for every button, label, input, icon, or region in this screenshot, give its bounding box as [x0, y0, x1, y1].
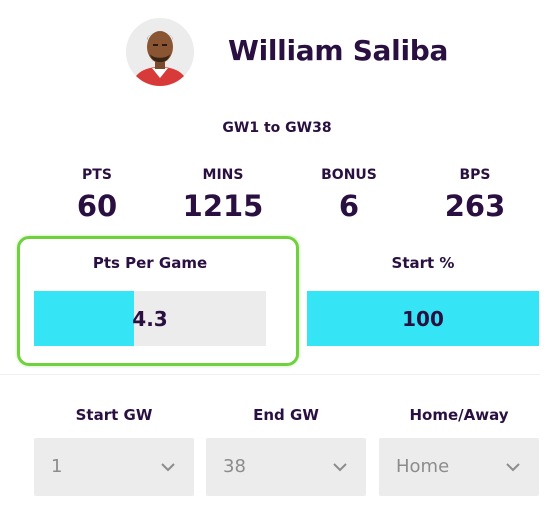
stat-bonus: BONUS 6	[289, 164, 409, 223]
divider	[0, 374, 540, 375]
pts-per-game-label: Pts Per Game	[92, 254, 208, 272]
end-gw-value: 38	[223, 456, 246, 477]
stat-label: MINS	[202, 167, 244, 183]
start-gw-value: 1	[51, 456, 63, 477]
stat-label: BONUS	[321, 167, 377, 183]
end-gw-select[interactable]: 38	[206, 438, 366, 496]
player-name: William Saliba	[228, 34, 449, 67]
player-avatar	[126, 18, 194, 86]
stat-mins: MINS 1215	[163, 164, 283, 223]
player-stats-panel: William Saliba GW1 to GW38 PTS 60 MINS 1…	[0, 0, 554, 506]
pts-per-game-bar: 4.3	[34, 291, 266, 346]
stat-value: 1215	[182, 189, 264, 223]
chevron-down-icon	[506, 463, 520, 472]
home-away-value: Home	[396, 456, 450, 477]
end-gw-label: End GW	[253, 406, 319, 424]
gameweek-range: GW1 to GW38	[222, 120, 332, 136]
start-pct-bar: 100	[307, 291, 539, 346]
stat-pts: PTS 60	[37, 164, 157, 223]
start-gw-select[interactable]: 1	[34, 438, 194, 496]
start-pct-value: 100	[402, 306, 444, 331]
stat-label: BPS	[459, 167, 491, 183]
stat-value: 60	[76, 189, 118, 223]
home-away-select[interactable]: Home	[379, 438, 539, 496]
chevron-down-icon	[161, 463, 175, 472]
start-gw-label: Start GW	[75, 406, 153, 424]
pts-per-game-value: 4.3	[132, 306, 168, 331]
stat-bps: BPS 263	[415, 164, 535, 223]
start-pct-label: Start %	[391, 254, 455, 272]
home-away-label: Home/Away	[409, 406, 509, 424]
chevron-down-icon	[333, 463, 347, 472]
player-portrait-icon	[126, 18, 194, 86]
stat-value: 6	[338, 189, 360, 223]
stat-label: PTS	[82, 167, 112, 183]
stat-value: 263	[444, 189, 506, 223]
